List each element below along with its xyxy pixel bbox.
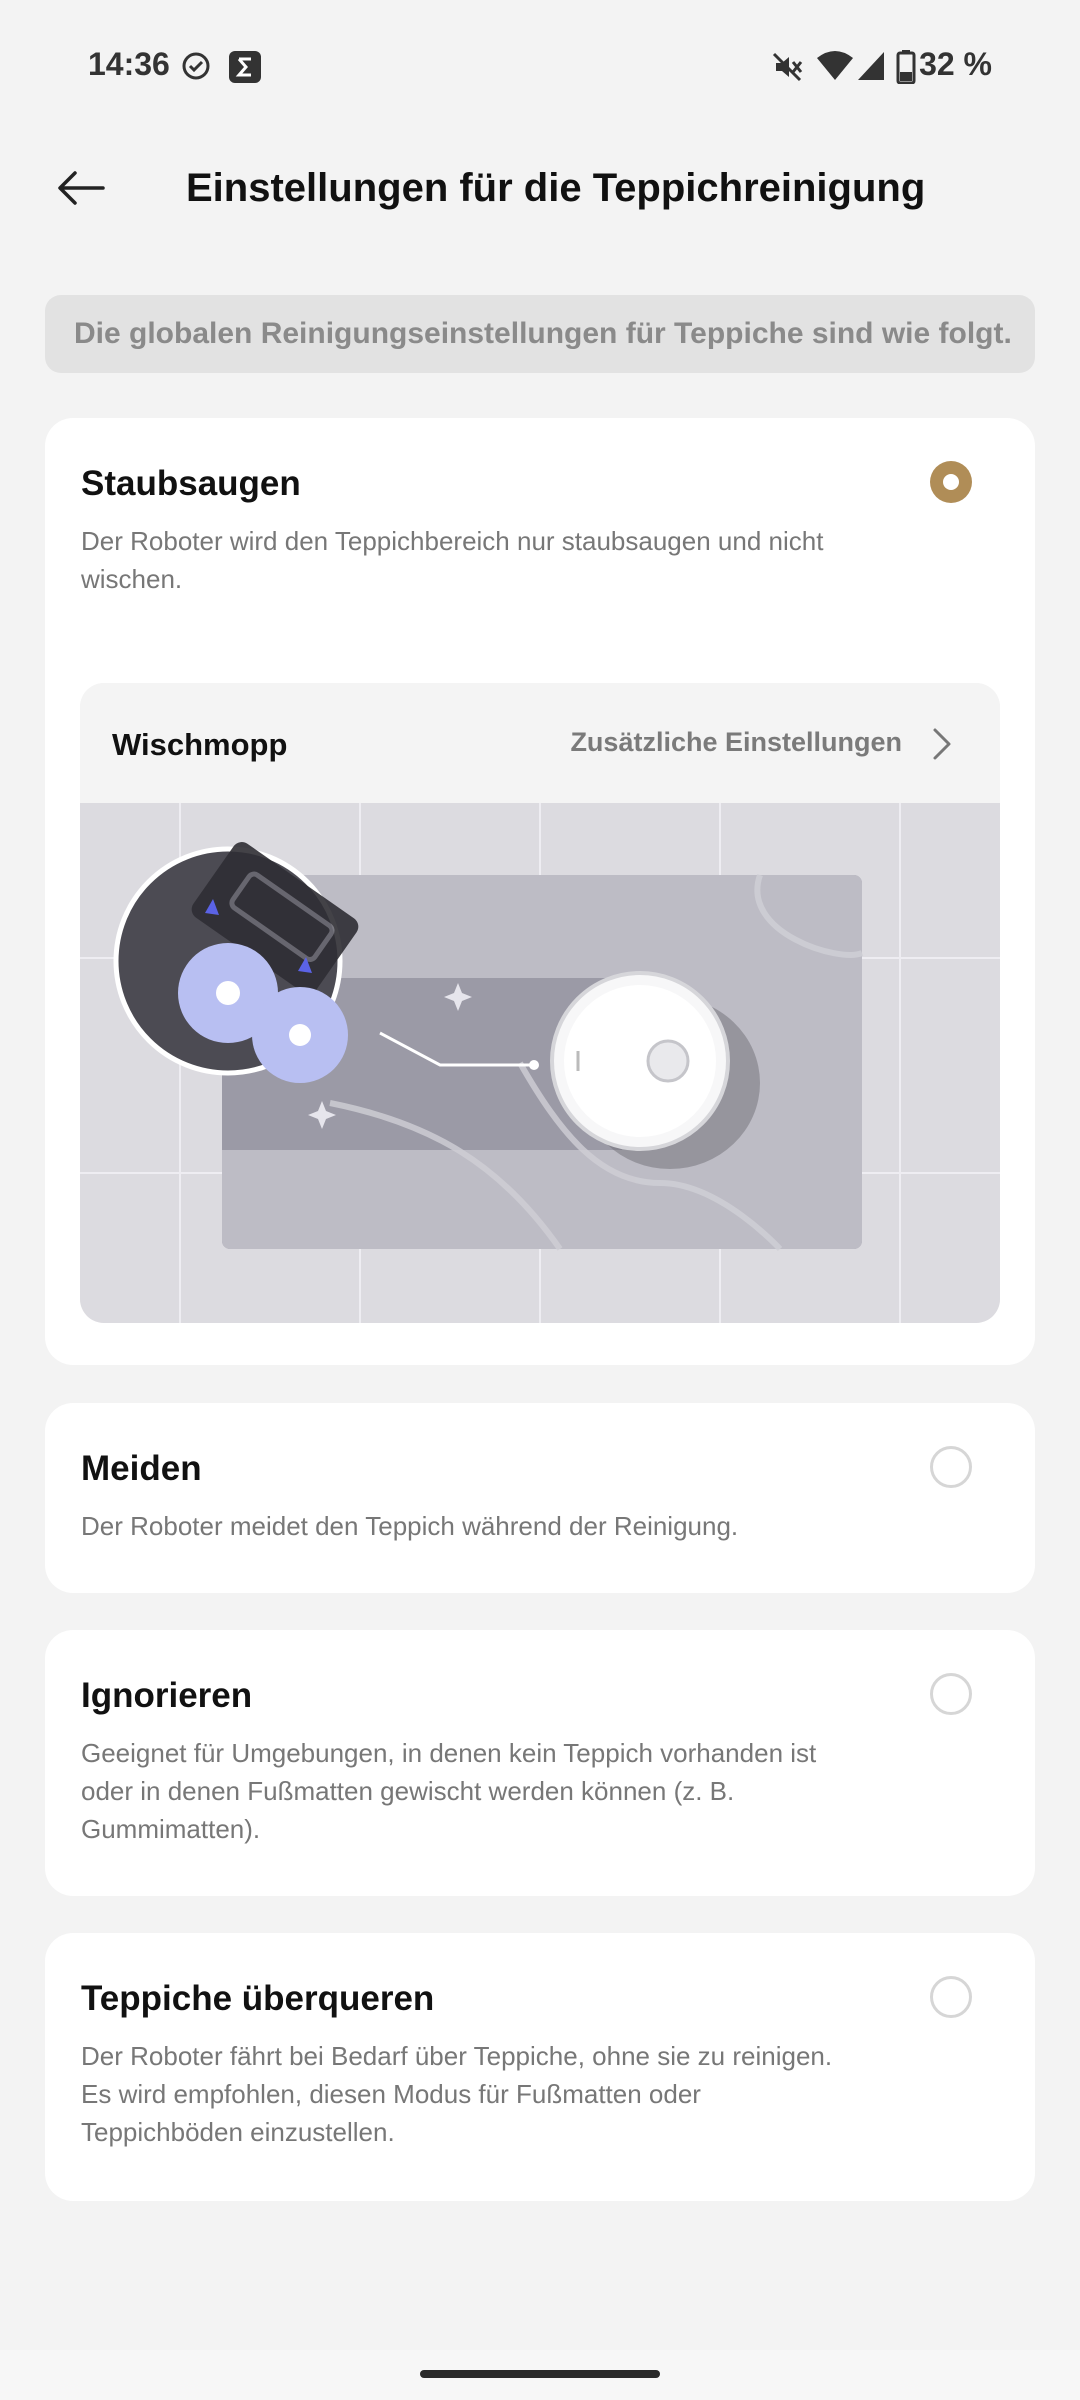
radio-staubsaugen[interactable] [930, 461, 972, 503]
mute-icon [770, 50, 804, 89]
status-time: 14:36 [88, 46, 170, 82]
info-banner-text: Die globalen Reinigungseinstellungen für… [74, 317, 1012, 350]
option-description: Geeignet für Umgebungen, in denen kein T… [81, 1738, 817, 1844]
radio-ignorieren[interactable] [930, 1673, 972, 1715]
option-description: Der Roboter meidet den Teppich während d… [81, 1511, 739, 1541]
info-banner: Die globalen Reinigungseinstellungen für… [45, 295, 1035, 373]
option-title: Staubsaugen [81, 464, 301, 503]
back-arrow-icon [57, 170, 105, 211]
wifi-icon [816, 50, 854, 87]
app-header: Einstellungen für die Teppichreinigung [0, 140, 1080, 240]
option-description: Der Roboter wird den Teppichbereich nur … [81, 526, 824, 594]
option-card-teppiche-ueberqueren[interactable]: Teppiche überqueren Der Roboter fährt be… [45, 1933, 1035, 2201]
page-title: Einstellungen für die Teppichreinigung [186, 166, 926, 210]
check-circle-icon [180, 50, 212, 87]
back-button[interactable] [50, 162, 112, 218]
option-description: Der Roboter fährt bei Bedarf über Teppic… [81, 2041, 833, 2147]
sigma-app-icon [228, 50, 262, 89]
battery-icon [896, 50, 916, 89]
status-bar: 14:36 32 % [0, 0, 1080, 130]
option-title: Meiden [81, 1449, 202, 1488]
radio-teppiche-ueberqueren[interactable] [930, 1976, 972, 2018]
mop-settings-row[interactable]: Wischmopp Zusätzliche Einstellungen [80, 683, 1000, 803]
option-card-staubsaugen[interactable]: Staubsaugen Der Roboter wird den Teppich… [45, 418, 1035, 1365]
battery-percent: 32 % [919, 46, 992, 82]
option-card-ignorieren[interactable]: Ignorieren Geeignet für Umgebungen, in d… [45, 1630, 1035, 1896]
cell-signal-icon [856, 50, 886, 87]
option-title: Teppiche überqueren [81, 1979, 435, 2018]
chevron-right-icon [932, 727, 952, 766]
option-title: Ignorieren [81, 1676, 253, 1715]
radio-meiden[interactable] [930, 1446, 972, 1488]
option-card-meiden[interactable]: Meiden Der Roboter meidet den Teppich wä… [45, 1403, 1035, 1593]
additional-settings-link[interactable]: Zusätzliche Einstellungen [570, 727, 902, 758]
home-indicator[interactable] [420, 2370, 660, 2378]
mop-settings-panel: Wischmopp Zusätzliche Einstellungen [80, 683, 1000, 1323]
carpet-illustration [80, 803, 1000, 1323]
mop-settings-title: Wischmopp [112, 727, 288, 762]
